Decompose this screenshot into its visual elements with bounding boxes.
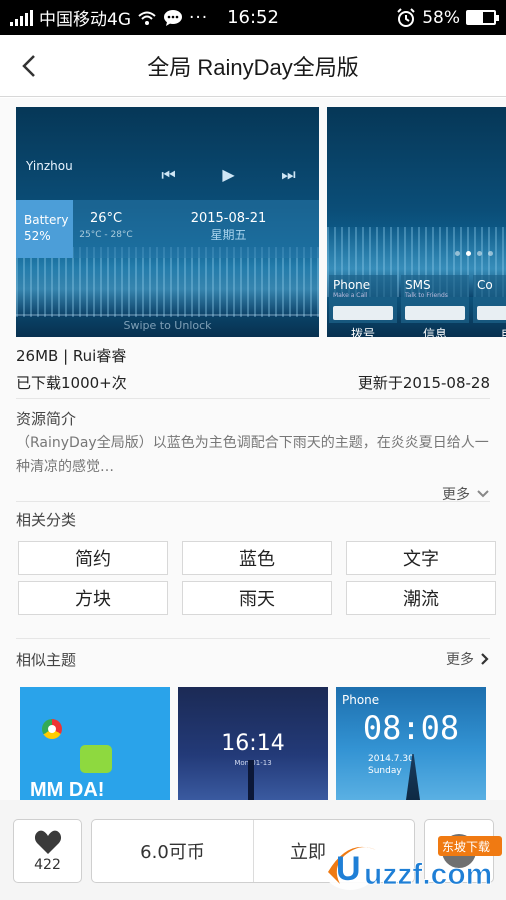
- carrier-label: 中国移动4G: [39, 10, 131, 30]
- preview-app-name: Phone: [333, 278, 371, 292]
- preview-temperature: 26°C: [89, 211, 123, 226]
- screenshot-carousel[interactable]: Yinzhou ⏮ ▶ ⏭ Battery 52% 26°C 25°C - 28…: [16, 107, 506, 337]
- alarm-icon: [397, 7, 415, 27]
- preview-temperature-range: 25°C - 28°C: [79, 230, 133, 240]
- update-date: 更新于2015-08-28: [357, 374, 490, 392]
- chevron-left-icon: [22, 55, 35, 77]
- previous-icon: ⏮: [161, 165, 176, 184]
- preview-date-block: 2015-08-21 星期五: [141, 211, 316, 243]
- intro-more-label: 更多: [442, 487, 470, 503]
- skyscraper-graphic: [248, 760, 254, 800]
- preview-weather: 26°C 25°C - 28°C: [76, 211, 136, 243]
- preview-weekday: 星期五: [210, 228, 247, 242]
- similar-theme-card[interactable]: 16:14 Mon 01-13: [178, 687, 328, 800]
- intro-text: （RainyDay全局版）以蓝色为主色调配合下雨天的主题，在炎炎夏日给人一种清凉…: [16, 435, 489, 475]
- preview-app-row: Phone Make a Call SMS Talk to Friends Co: [327, 275, 506, 323]
- signal-icon: [10, 9, 33, 26]
- categories-heading: 相关分类: [16, 511, 77, 529]
- similar-theme-card[interactable]: MM DA!: [20, 687, 170, 800]
- tag-button[interactable]: 雨天: [182, 581, 332, 615]
- preview-app-labels: 拨号 信息 电: [327, 325, 506, 337]
- theme-clock: 16:14: [221, 731, 285, 756]
- preview-date: 2015-08-21: [190, 211, 267, 226]
- similar-more-label: 更多: [446, 652, 474, 668]
- chevron-down-icon: [477, 490, 489, 498]
- similar-themes: MM DA! 16:14 Mon 01-13 Phone 08:08 2014.…: [20, 687, 486, 800]
- preview-app-sub: Make a Call: [333, 292, 368, 299]
- intro-more-button[interactable]: 更多: [442, 484, 490, 504]
- chrome-icon: [42, 719, 62, 739]
- message-icon: [164, 9, 182, 26]
- divider: [16, 501, 490, 502]
- screenshot-lockscreen[interactable]: Yinzhou ⏮ ▶ ⏭ Battery 52% 26°C 25°C - 28…: [16, 107, 319, 337]
- like-count: 422: [34, 857, 61, 873]
- tag-button[interactable]: 简约: [18, 541, 168, 575]
- mmda-mascot-icon: [80, 745, 112, 773]
- battery-icon: [466, 10, 499, 25]
- screenshot-homescreen[interactable]: Phone Make a Call SMS Talk to Friends Co…: [327, 107, 506, 337]
- theme-weekday: Sunday: [368, 766, 402, 776]
- page-indicator: [455, 251, 493, 256]
- watermark-tagline: 东坡下载: [442, 840, 490, 854]
- more-dots-icon: ···: [189, 7, 209, 28]
- similar-theme-card[interactable]: Phone 08:08 2014.7.30 Sunday: [336, 687, 486, 800]
- preview-app-name: SMS: [405, 278, 431, 292]
- theme-date: 2014.7.30: [368, 754, 414, 764]
- title-bar: 全局 RainyDay全局版: [0, 35, 506, 97]
- theme-detail: Yinzhou ⏮ ▶ ⏭ Battery 52% 26°C 25°C - 28…: [0, 98, 506, 800]
- uzzf-watermark: U uzzf.com 东坡下载: [322, 836, 502, 891]
- back-button[interactable]: [12, 49, 46, 83]
- unlock-track: [16, 314, 319, 316]
- preview-app-name: Co: [477, 278, 493, 292]
- preview-app-sub: Talk to Friends: [405, 292, 448, 299]
- preview-app-label: 电: [471, 325, 506, 337]
- preview-app-contacts: Co: [473, 275, 506, 323]
- theme-caption: MM DA!: [30, 779, 105, 800]
- price-label: 6.0可币: [92, 820, 254, 882]
- battery-percent: 58%: [422, 7, 460, 28]
- size-author: 26MB | Rui睿睿: [16, 347, 127, 365]
- chat-icon: [405, 306, 465, 320]
- preview-battery-value: 52%: [24, 229, 51, 243]
- intro-heading: 资源简介: [16, 410, 77, 428]
- preview-app-label: 信息: [422, 327, 447, 337]
- play-icon: ▶: [222, 165, 235, 184]
- contacts-icon: [477, 306, 506, 320]
- preview-battery-label: Battery: [24, 213, 69, 227]
- preview-battery-tile: Battery 52%: [16, 200, 73, 258]
- tag-button[interactable]: 文字: [346, 541, 496, 575]
- preview-app-label: 拨号: [350, 327, 375, 337]
- battery-fill: [468, 12, 484, 23]
- preview-app-sms: SMS Talk to Friends: [401, 275, 469, 323]
- similar-more-button[interactable]: 更多: [446, 649, 490, 669]
- tag-button[interactable]: 方块: [18, 581, 168, 615]
- status-bar: 中国移动4G ··· 16:52 58%: [0, 0, 506, 35]
- chevron-right-icon: [481, 653, 489, 665]
- tag-button[interactable]: 蓝色: [182, 541, 332, 575]
- swipe-hint: Swipe to Unlock: [123, 319, 212, 332]
- similar-heading: 相似主题: [16, 651, 77, 669]
- page-title: 全局 RainyDay全局版: [147, 54, 359, 80]
- next-icon: ⏭: [281, 165, 296, 184]
- theme-date-block: 2014.7.30 Sunday: [368, 753, 414, 777]
- theme-clock: 08:08: [362, 709, 460, 747]
- download-count: 已下载1000+次: [16, 374, 127, 392]
- category-tags: 简约 蓝色 文字 方块 雨天 潮流: [18, 541, 496, 615]
- svg-text:U: U: [336, 850, 361, 888]
- preview-app-phone: Phone Make a Call: [329, 275, 397, 323]
- wifi-icon: [138, 11, 156, 25]
- divider: [16, 398, 490, 399]
- watermark-text: uzzf.com: [364, 858, 492, 891]
- divider: [16, 638, 490, 639]
- tag-button[interactable]: 潮流: [346, 581, 496, 615]
- theme-label: Phone: [342, 693, 380, 707]
- preview-city: Yinzhou: [26, 159, 73, 173]
- like-button[interactable]: 422: [13, 819, 82, 883]
- phone-icon: [333, 306, 393, 320]
- media-controls: ⏮ ▶ ⏭: [138, 165, 319, 185]
- heart-icon: [34, 830, 61, 854]
